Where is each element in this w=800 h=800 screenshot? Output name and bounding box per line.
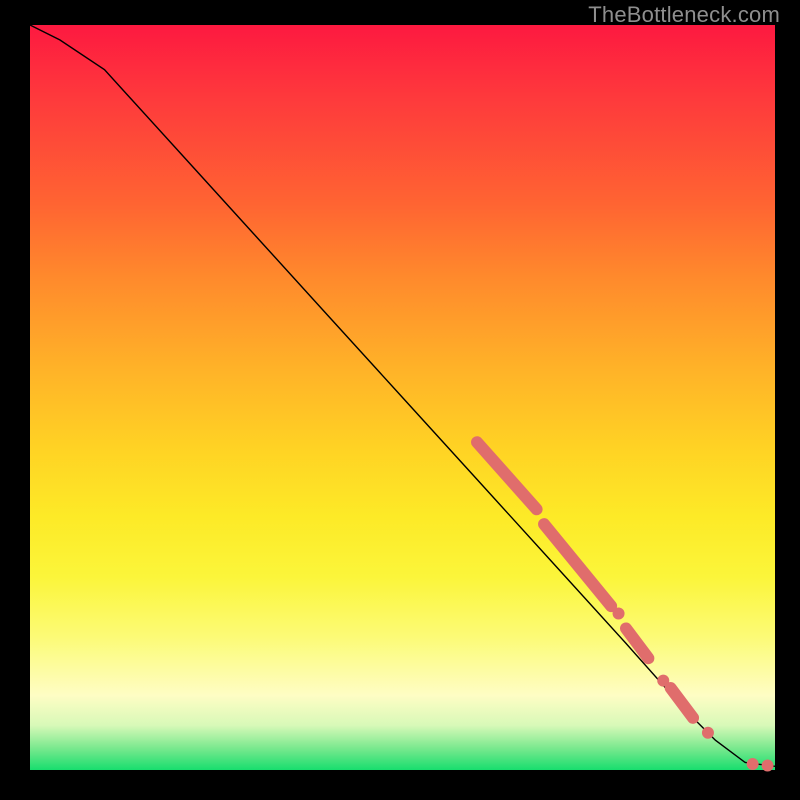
marker-dot: [762, 760, 774, 772]
chart-stage: TheBottleneck.com: [0, 0, 800, 800]
marker-dot: [702, 727, 714, 739]
marker-segment: [626, 628, 648, 658]
marker-segment: [477, 442, 537, 509]
marker-dot: [747, 758, 759, 770]
plot-area: [30, 25, 775, 770]
marker-layer: [477, 442, 774, 771]
marker-segment: [671, 688, 693, 718]
chart-svg: [30, 25, 775, 770]
curve-line: [30, 25, 775, 766]
marker-dot: [613, 608, 625, 620]
